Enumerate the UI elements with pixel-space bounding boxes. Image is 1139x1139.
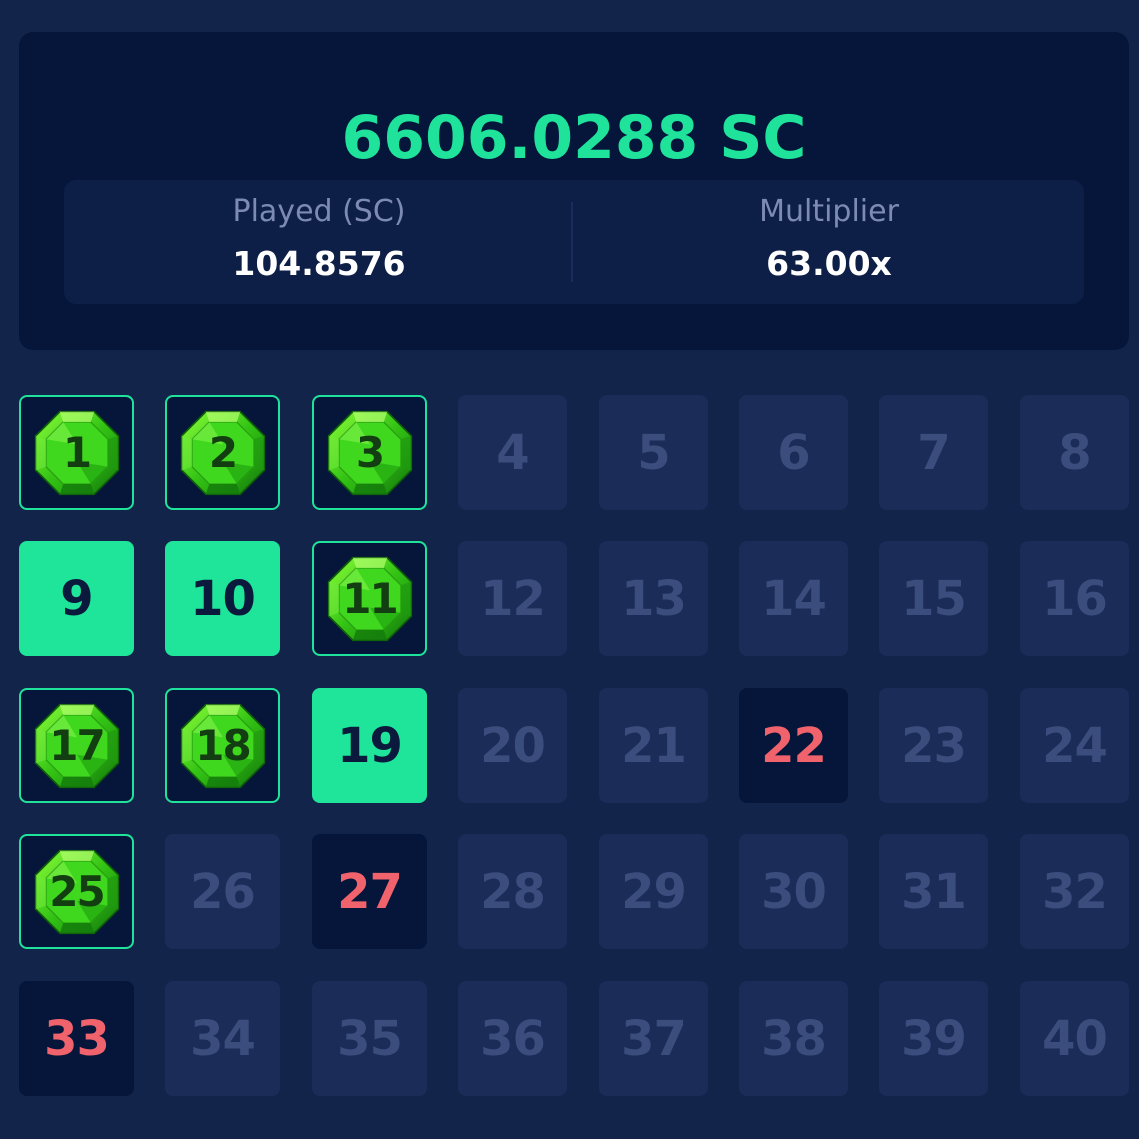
played-value: 104.8576 <box>232 244 406 283</box>
tile-number: 21 <box>621 717 687 774</box>
tile-number: 2 <box>208 428 238 477</box>
tile-8[interactable]: 8 <box>1020 395 1129 510</box>
tile-24[interactable]: 24 <box>1020 688 1129 803</box>
tile-2[interactable]: 2 <box>165 395 280 510</box>
tile-number: 37 <box>621 1010 687 1067</box>
tile-39[interactable]: 39 <box>879 981 988 1096</box>
tile-26[interactable]: 26 <box>165 834 280 949</box>
tile-10[interactable]: 10 <box>165 541 280 656</box>
tile-32[interactable]: 32 <box>1020 834 1129 949</box>
tile-5[interactable]: 5 <box>599 395 708 510</box>
played-label: Played (SC) <box>232 194 406 229</box>
gem-wrap: 25 <box>34 849 120 935</box>
tile-number: 6 <box>777 424 810 481</box>
tile-29[interactable]: 29 <box>599 834 708 949</box>
tile-number: 5 <box>637 424 670 481</box>
tile-number: 33 <box>44 1010 110 1067</box>
multiplier-stat: Multiplier 63.00x <box>574 180 1084 304</box>
tile-36[interactable]: 36 <box>458 981 567 1096</box>
tile-number: 38 <box>761 1010 827 1067</box>
tile-number: 30 <box>761 863 827 920</box>
gem-wrap: 1 <box>34 410 120 496</box>
gem-wrap: 3 <box>327 410 413 496</box>
stats-box: Played (SC) 104.8576 Multiplier 63.00x <box>64 180 1084 304</box>
tile-number: 39 <box>901 1010 967 1067</box>
tile-40[interactable]: 40 <box>1020 981 1129 1096</box>
tile-12[interactable]: 12 <box>458 541 567 656</box>
tile-number: 35 <box>337 1010 403 1067</box>
tile-18[interactable]: 18 <box>165 688 280 803</box>
tile-number: 27 <box>337 863 403 920</box>
tile-number: 40 <box>1042 1010 1108 1067</box>
tile-number: 3 <box>355 428 385 477</box>
tile-number: 26 <box>190 863 256 920</box>
tile-33[interactable]: 33 <box>19 981 134 1096</box>
tile-27[interactable]: 27 <box>312 834 427 949</box>
tile-number: 22 <box>761 717 827 774</box>
tile-17[interactable]: 17 <box>19 688 134 803</box>
tile-11[interactable]: 11 <box>312 541 427 656</box>
gem-wrap: 11 <box>327 556 413 642</box>
tile-number: 20 <box>480 717 546 774</box>
tile-number: 23 <box>901 717 967 774</box>
tile-number: 18 <box>195 721 251 770</box>
tile-19[interactable]: 19 <box>312 688 427 803</box>
multiplier-value: 63.00x <box>766 244 892 283</box>
tile-number: 25 <box>49 867 105 916</box>
tile-30[interactable]: 30 <box>739 834 848 949</box>
tile-9[interactable]: 9 <box>19 541 134 656</box>
gem-wrap: 17 <box>34 703 120 789</box>
tile-number: 17 <box>49 721 105 770</box>
tile-number: 19 <box>337 717 403 774</box>
tile-14[interactable]: 14 <box>739 541 848 656</box>
tile-number: 12 <box>480 570 546 627</box>
tile-37[interactable]: 37 <box>599 981 708 1096</box>
tile-number: 32 <box>1042 863 1108 920</box>
tile-number: 13 <box>621 570 687 627</box>
tile-number: 14 <box>761 570 827 627</box>
tile-15[interactable]: 15 <box>879 541 988 656</box>
keno-game: 6606.0288 SC Played (SC) 104.8576 Multip… <box>0 0 1139 1139</box>
tile-4[interactable]: 4 <box>458 395 567 510</box>
tile-20[interactable]: 20 <box>458 688 567 803</box>
tile-38[interactable]: 38 <box>739 981 848 1096</box>
tile-number: 28 <box>480 863 546 920</box>
tile-number: 1 <box>62 428 92 477</box>
multiplier-label: Multiplier <box>759 194 899 229</box>
tile-21[interactable]: 21 <box>599 688 708 803</box>
tile-34[interactable]: 34 <box>165 981 280 1096</box>
tile-number: 15 <box>901 570 967 627</box>
tile-number: 9 <box>60 570 93 627</box>
tile-31[interactable]: 31 <box>879 834 988 949</box>
gem-wrap: 18 <box>180 703 266 789</box>
tile-3[interactable]: 3 <box>312 395 427 510</box>
tile-number: 16 <box>1042 570 1108 627</box>
tile-25[interactable]: 25 <box>19 834 134 949</box>
tile-number: 34 <box>190 1010 256 1067</box>
tile-number: 7 <box>917 424 950 481</box>
payout-panel: 6606.0288 SC Played (SC) 104.8576 Multip… <box>19 32 1129 350</box>
tile-number: 29 <box>621 863 687 920</box>
tile-1[interactable]: 1 <box>19 395 134 510</box>
tile-number: 36 <box>480 1010 546 1067</box>
tile-28[interactable]: 28 <box>458 834 567 949</box>
tile-number: 31 <box>901 863 967 920</box>
tile-22[interactable]: 22 <box>739 688 848 803</box>
tile-number: 4 <box>496 424 529 481</box>
tile-23[interactable]: 23 <box>879 688 988 803</box>
tile-7[interactable]: 7 <box>879 395 988 510</box>
tile-number: 24 <box>1042 717 1108 774</box>
tile-35[interactable]: 35 <box>312 981 427 1096</box>
stats-divider <box>571 202 573 282</box>
tile-16[interactable]: 16 <box>1020 541 1129 656</box>
gem-wrap: 2 <box>180 410 266 496</box>
played-stat: Played (SC) 104.8576 <box>64 180 574 304</box>
tile-6[interactable]: 6 <box>739 395 848 510</box>
tile-number: 10 <box>190 570 256 627</box>
tile-number: 11 <box>342 574 398 623</box>
tile-13[interactable]: 13 <box>599 541 708 656</box>
tile-number: 8 <box>1058 424 1091 481</box>
payout-amount: 6606.0288 SC <box>341 103 807 173</box>
